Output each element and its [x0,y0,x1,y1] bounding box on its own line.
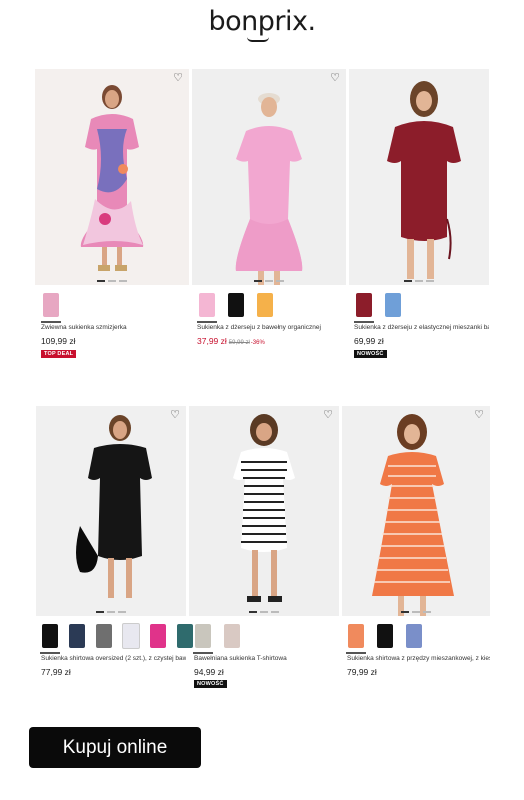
swatch-thumbnail [385,293,401,317]
wishlist-heart-icon[interactable]: ♡ [323,410,333,421]
logo-smile [247,37,269,42]
discount-percent: -36% [250,340,265,346]
color-swatches [346,622,424,654]
product-name[interactable]: Sukienka shirtowa oversized (2 szt.), z … [41,655,186,662]
color-swatch[interactable] [41,291,61,323]
top-deal-badge: TOP DEAL [41,350,77,358]
product-price: 69,99 zł [354,336,384,346]
color-swatch[interactable] [404,622,424,650]
wishlist-heart-icon[interactable]: ♡ [330,73,340,84]
color-swatch[interactable] [197,291,217,323]
color-swatch[interactable] [346,622,366,654]
swatch-thumbnail [69,624,85,648]
color-swatch[interactable] [121,622,141,650]
image-carousel-dots[interactable] [404,280,434,282]
swatch-thumbnail [197,293,217,323]
color-swatch[interactable] [226,291,246,319]
product-name[interactable]: Sukienka z dżerseju z bawełny organiczne… [197,324,345,331]
swatch-thumbnail [96,624,112,648]
color-swatches [193,622,242,654]
sale-price: 37,99 zł [197,336,227,346]
color-swatch[interactable] [193,622,213,654]
swatch-thumbnail [377,624,393,648]
wishlist-heart-icon[interactable]: ♡ [173,73,183,84]
product-image-striped-dress[interactable]: ♡ [189,406,339,616]
product-name[interactable]: Bawełniana sukienka T-shirtowa [194,655,339,662]
swatch-thumbnail [150,624,166,648]
product-card[interactable]: ♡ Sukienka shirtowa z przędzy mieszankow… [342,406,490,696]
color-swatch[interactable] [255,291,275,319]
new-badge: NOWOŚĆ [194,680,227,688]
swatch-thumbnail [228,293,244,317]
new-badge: NOWOŚĆ [354,350,387,358]
swatch-thumbnail [224,624,240,648]
color-swatch[interactable] [375,622,395,650]
product-card[interactable]: Sukienka z dżerseju z elastycznej miesza… [349,69,489,369]
product-card[interactable]: ♡ Sukienka shirtowa oversized (2 szt.), … [36,406,193,696]
color-swatch[interactable] [383,291,403,319]
color-swatches [197,291,275,323]
product-card[interactable]: ♡ Sukienka z dżerseju z bawełny organicz… [192,69,346,369]
color-swatch[interactable] [94,622,114,650]
product-card[interactable]: ♡ Bawełniana sukienka T-shirtowa 94,99 z… [189,406,339,696]
color-swatches [40,622,195,654]
product-image-burgundy-dress[interactable] [349,69,489,285]
product-price: 109,99 zł [41,336,76,346]
product-image-pink-dress[interactable]: ♡ [192,69,346,285]
product-name[interactable]: Sukienka z dżerseju z elastycznej miesza… [354,324,489,331]
swatch-thumbnail [122,623,140,649]
color-swatch[interactable] [148,622,168,650]
swatch-thumbnail [406,624,422,648]
color-swatch[interactable] [354,291,374,323]
product-name[interactable]: Sukienka shirtowa z przędzy mieszankowej… [347,655,490,662]
color-swatch[interactable] [67,622,87,650]
color-swatches [354,291,403,323]
image-carousel-dots[interactable] [96,611,126,613]
old-price: 59,99 zł [228,340,250,346]
wishlist-heart-icon[interactable]: ♡ [170,410,180,421]
swatch-thumbnail [41,293,61,323]
product-name[interactable]: Zwiewna sukienka szmizjerka [41,324,187,331]
image-carousel-dots[interactable] [401,611,431,613]
shop-online-button[interactable]: Kupuj online [29,727,201,768]
product-price: 37,99 zł 59,99 zł-36% [197,336,265,346]
product-image-floral-dress[interactable]: ♡ [35,69,189,285]
product-price: 94,99 zł [194,667,224,677]
wishlist-heart-icon[interactable]: ♡ [474,410,484,421]
color-swatch[interactable] [40,622,60,654]
product-price: 79,99 zł [347,667,377,677]
swatch-thumbnail [257,293,273,317]
product-image-black-tshirt-dress[interactable]: ♡ [36,406,186,616]
product-card[interactable]: ♡ Zwiewna sukienka szmizjerka 109,99 zł … [35,69,189,369]
image-carousel-dots[interactable] [254,280,284,282]
swatch-thumbnail [346,624,366,654]
swatch-thumbnail [354,293,374,323]
image-carousel-dots[interactable] [249,611,279,613]
color-swatches [41,291,61,323]
swatch-thumbnail [193,624,213,654]
bonprix-logo[interactable]: bonprix. [0,6,524,37]
product-image-orange-striped-dress[interactable]: ♡ [342,406,490,616]
product-price: 77,99 zł [41,667,71,677]
image-carousel-dots[interactable] [97,280,127,282]
color-swatch[interactable] [222,622,242,650]
swatch-thumbnail [40,624,60,654]
